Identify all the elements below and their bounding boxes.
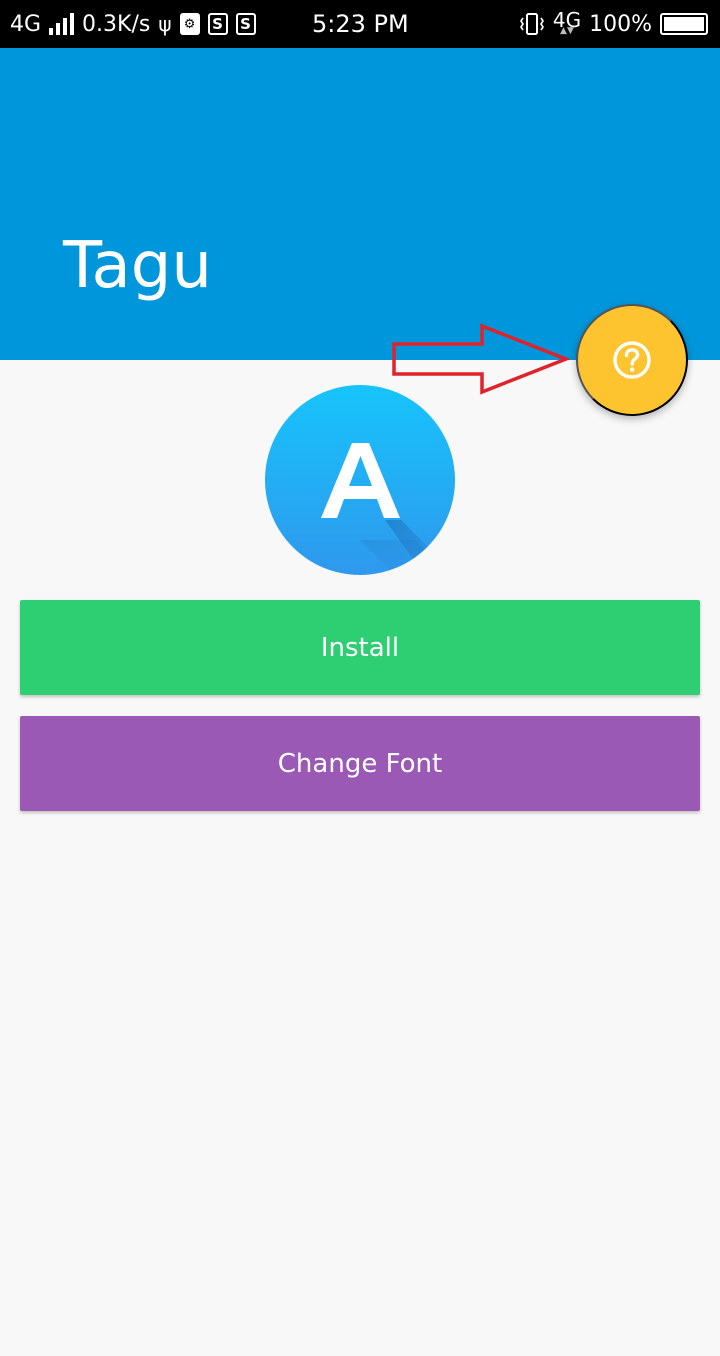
status-bar-left: 4G 0.3K/s ψ ⚙ S S [10,10,256,38]
arrow-right-icon [392,323,571,395]
status-bar-right: 4G ▲▼ 100% [519,10,708,38]
install-button[interactable]: Install [20,600,700,695]
help-icon [613,341,651,379]
app-title: Tagu [63,229,212,303]
sim-s-icon: S [235,13,256,35]
help-button[interactable] [576,304,688,416]
data-activity-icon: ▲▼ [560,26,574,36]
network-type-label: 4G [552,8,582,32]
network-type-label: 4G [10,11,42,37]
status-bar-time: 5:23 PM [312,10,409,38]
network-4g-indicator: 4G ▲▼ [552,8,582,36]
status-bar: 4G 0.3K/s ψ ⚙ S S 5:23 PM 4G ▲▼ 100% [0,0,720,48]
signal-icon [49,13,75,35]
vibrate-icon [519,13,544,35]
app-logo-icon [265,385,455,575]
battery-icon [660,13,708,35]
logo-letter-icon [321,443,455,575]
sim-s-icon: S [207,13,228,35]
network-speed: 0.3K/s [82,11,151,37]
change-font-button[interactable]: Change Font [20,716,700,811]
usb-icon: ψ [158,12,172,36]
usb-debug-icon: ⚙ [179,13,200,35]
battery-percent: 100% [589,11,652,37]
